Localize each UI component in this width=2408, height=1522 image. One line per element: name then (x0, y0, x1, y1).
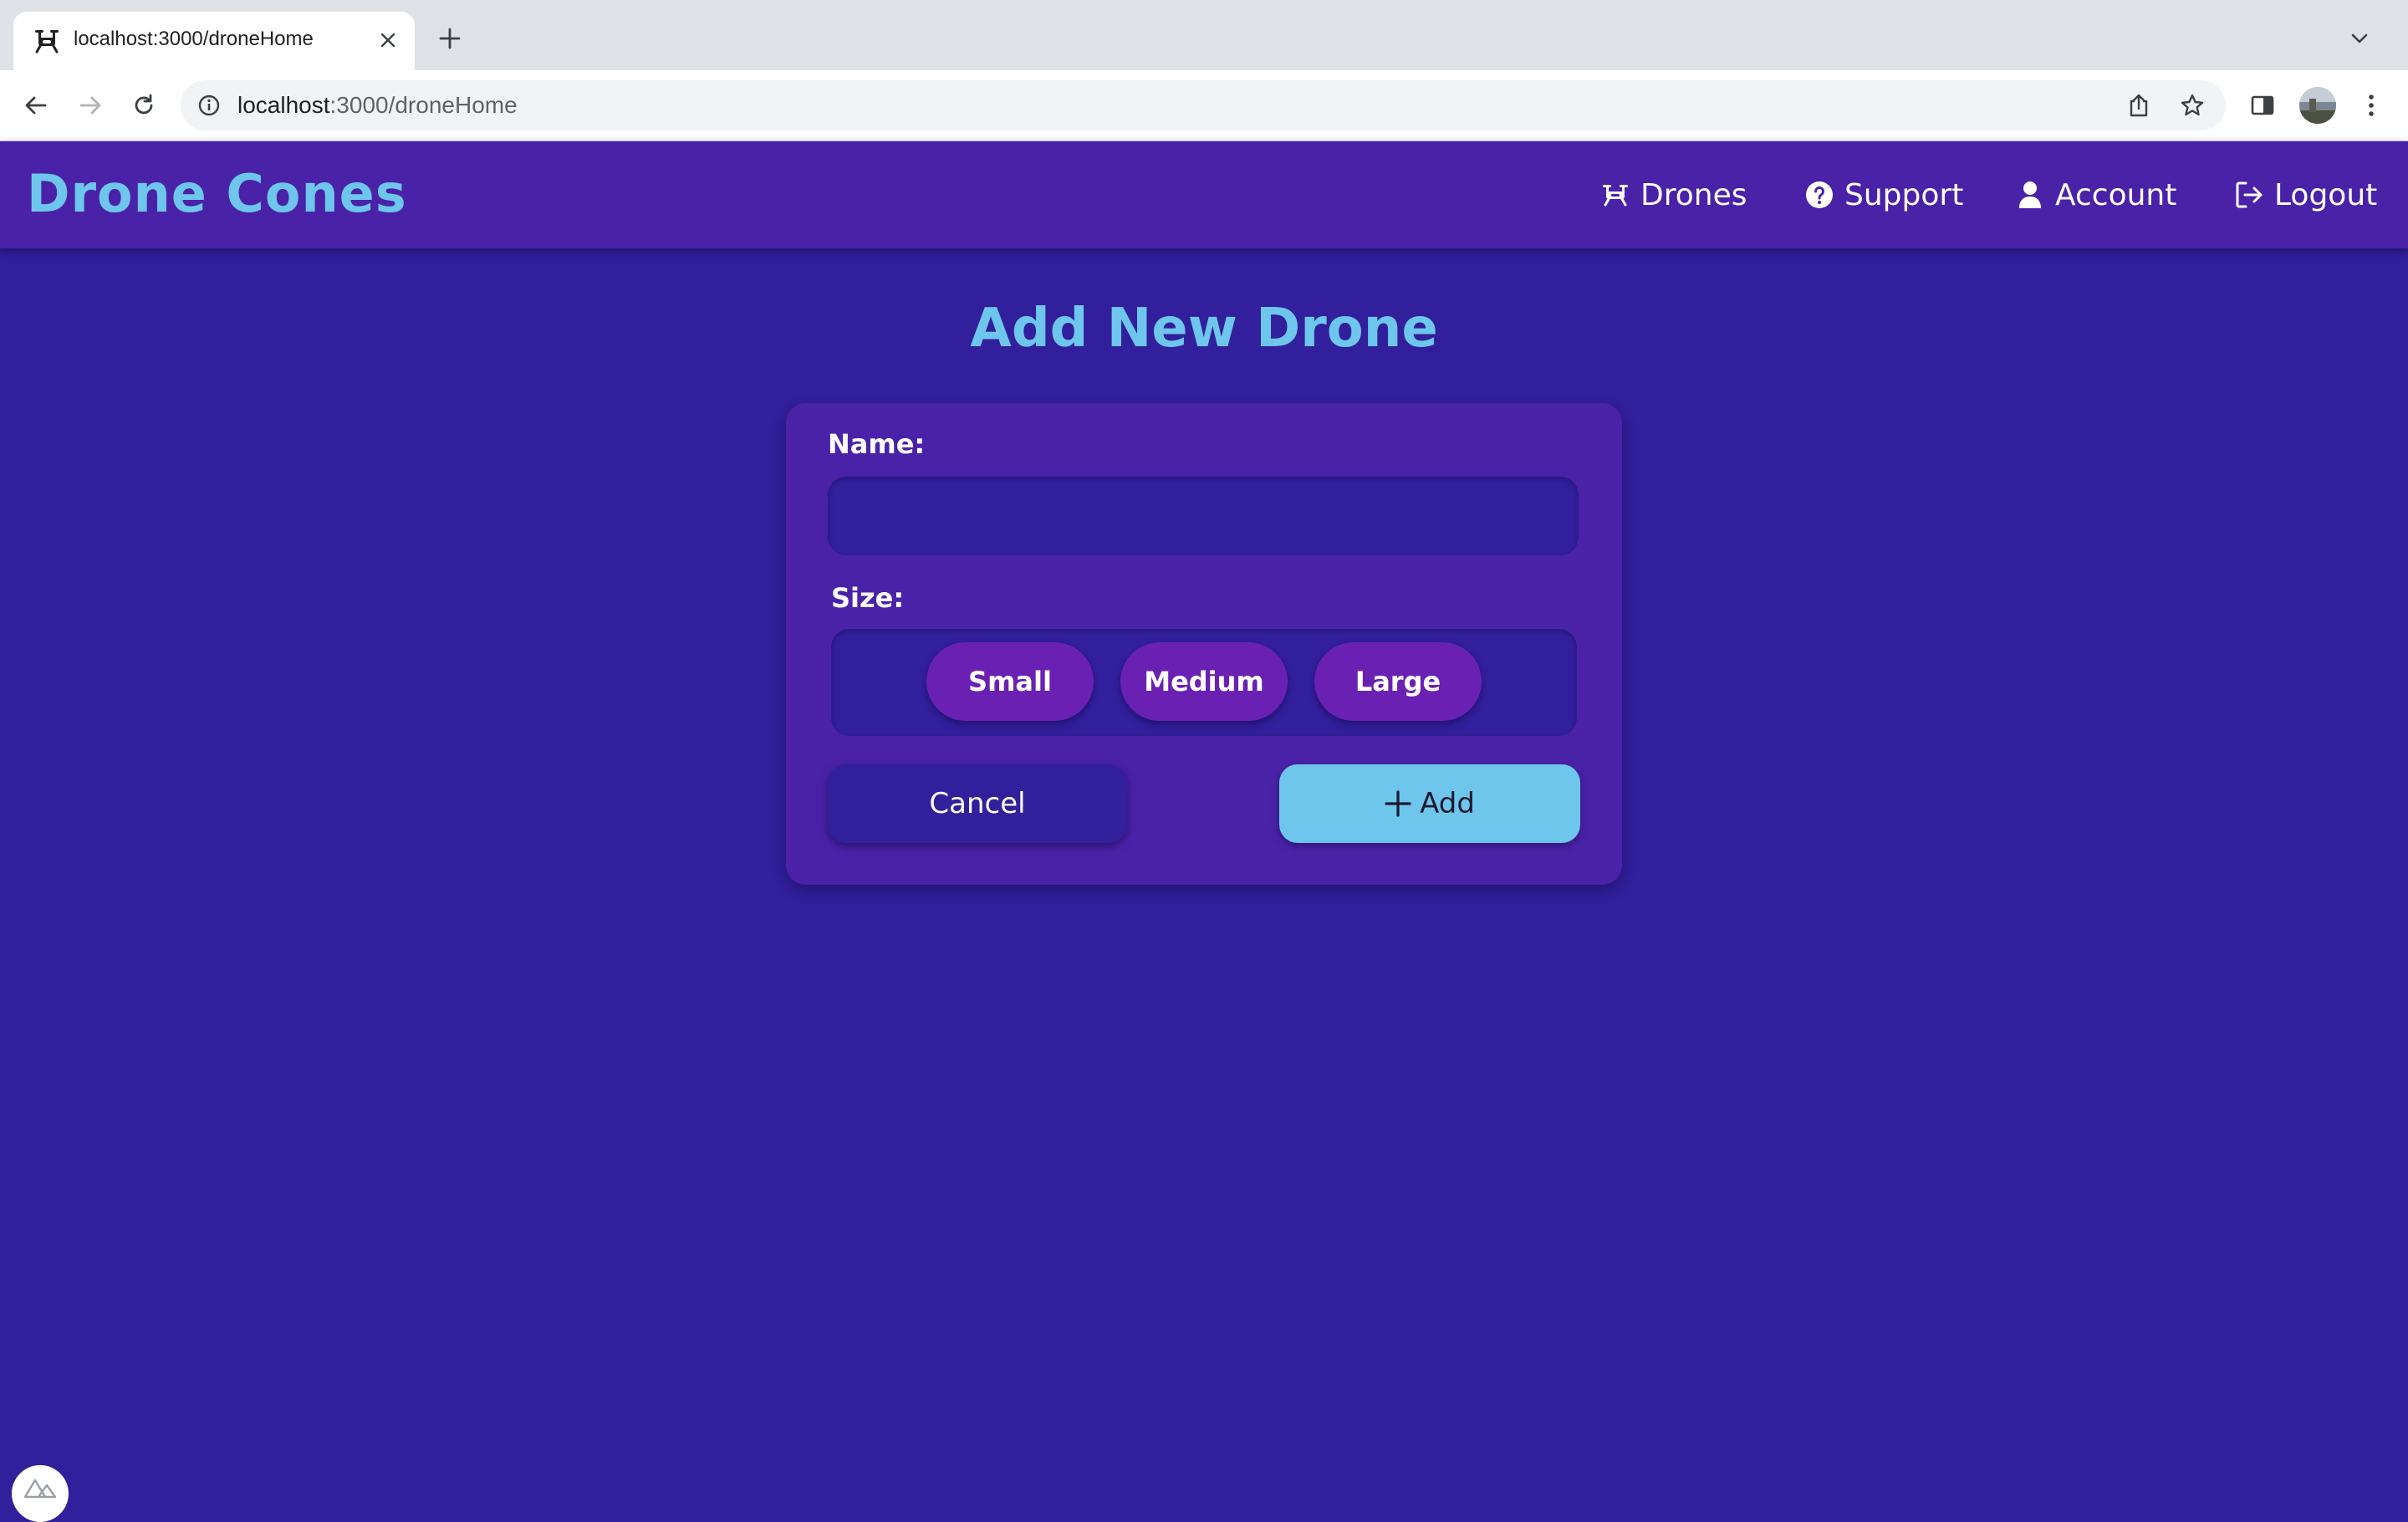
add-button[interactable]: Add (1279, 764, 1580, 843)
nav-drones-label: Drones (1640, 177, 1747, 212)
nav-support-label: Support (1844, 177, 1964, 212)
new-tab-plus-icon[interactable] (433, 22, 467, 55)
size-large-button[interactable]: Large (1314, 642, 1482, 721)
url-text[interactable]: localhost:3000/droneHome (237, 92, 518, 119)
cancel-button[interactable]: Cancel (828, 764, 1127, 843)
drone-icon (1600, 180, 1630, 210)
nav-account-label: Account (2055, 177, 2177, 212)
browser-tab[interactable]: localhost:3000/droneHome (13, 12, 415, 70)
name-label: Name: (828, 428, 926, 460)
share-icon[interactable] (2124, 90, 2154, 120)
size-label: Size: (831, 582, 905, 614)
logout-icon (2234, 180, 2264, 210)
tab-search-chevron-down-icon[interactable] (2344, 23, 2375, 54)
browser-toolbar: localhost:3000/droneHome (0, 70, 2408, 141)
name-input[interactable] (828, 477, 1579, 555)
page-title: Add New Drone (970, 298, 1438, 360)
question-circle-icon (1804, 180, 1834, 210)
back-arrow-icon[interactable] (18, 87, 54, 124)
app-navbar: Drone Cones Drones Support Account Logou… (0, 141, 2408, 248)
browser-tabstrip: localhost:3000/droneHome (0, 0, 2408, 70)
side-panel-icon[interactable] (2244, 87, 2281, 124)
browser-menu-icon[interactable] (2353, 87, 2390, 124)
nav-logout-label: Logout (2274, 177, 2378, 212)
site-info-icon[interactable] (196, 92, 222, 119)
add-drone-form: Name: Size: Small Medium Large Cancel Ad… (786, 403, 1622, 885)
plus-icon (1385, 790, 1411, 817)
nav-support[interactable]: Support (1804, 175, 1963, 215)
reload-icon[interactable] (125, 87, 162, 124)
size-small-button[interactable]: Small (926, 642, 1094, 721)
forward-arrow-icon[interactable] (72, 87, 109, 124)
profile-avatar[interactable] (2299, 87, 2336, 124)
url-host: localhost (237, 92, 330, 118)
nav-account[interactable]: Account (2015, 175, 2176, 215)
tab-title: localhost:3000/droneHome (74, 28, 314, 50)
brand-logo-text[interactable]: Drone Cones (27, 163, 407, 224)
bookmark-star-icon[interactable] (2177, 90, 2207, 120)
cancel-button-label: Cancel (929, 787, 1026, 820)
address-bar[interactable]: localhost:3000/droneHome (181, 80, 2226, 130)
size-medium-button[interactable]: Medium (1120, 642, 1288, 721)
nav-drones[interactable]: Drones (1600, 175, 1747, 215)
url-path: :3000/droneHome (329, 92, 518, 118)
user-icon (2015, 180, 2045, 210)
size-selector: Small Medium Large (831, 629, 1577, 736)
devtools-badge-icon[interactable] (12, 1465, 69, 1522)
nav-logout[interactable]: Logout (2234, 175, 2377, 215)
add-button-label: Add (1420, 787, 1475, 820)
drone-favicon-icon (32, 27, 62, 55)
close-tab-icon[interactable] (371, 23, 405, 57)
